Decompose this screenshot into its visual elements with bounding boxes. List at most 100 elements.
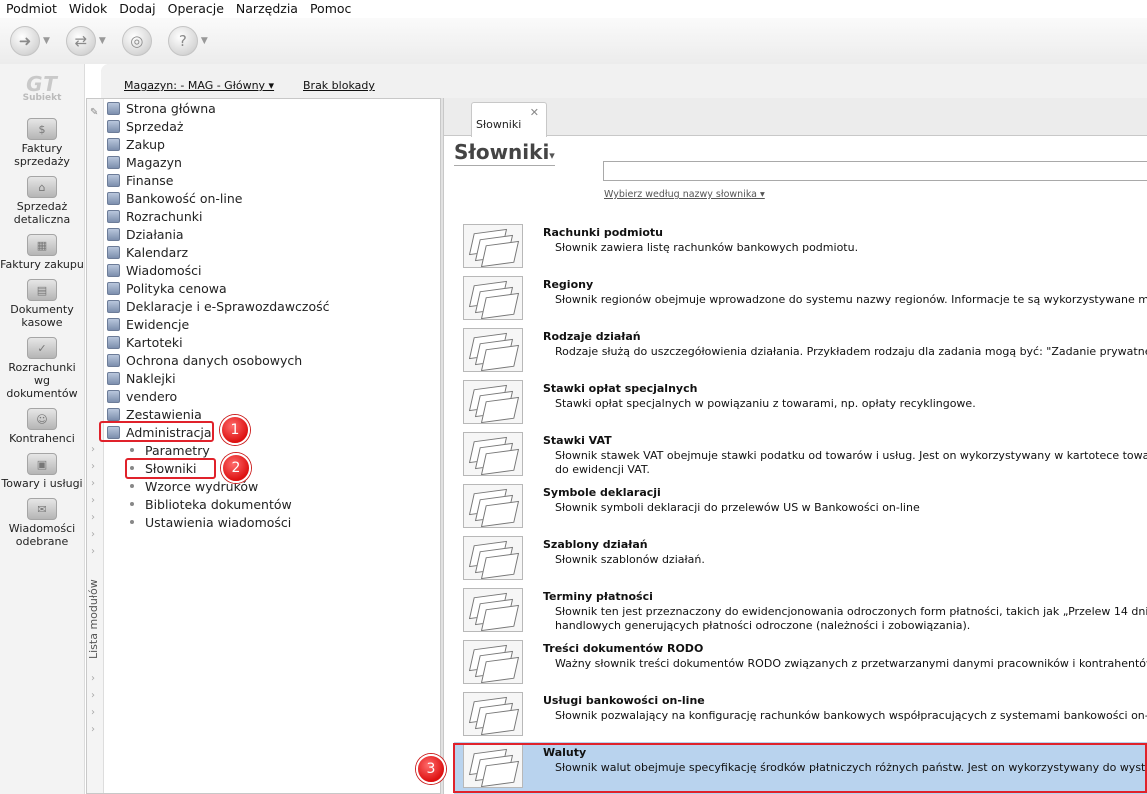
report-icon [107,407,120,421]
step-badge-3: 3 [416,754,446,784]
shortcut-wiadomosci-odebrane[interactable]: ✉ Wiadomości odebrane [0,498,84,548]
shortcut-kontrahenci[interactable]: ☺ Kontrahenci [0,408,84,445]
dictionary-row[interactable]: Terminy płatności Słownik ten jest przezn… [454,586,1147,638]
module-deklaracje[interactable]: Deklaracje i e-Sprawozdawczość [104,297,440,315]
menu-podmiot[interactable]: Podmiot [0,0,63,18]
dictionary-icon [463,328,523,372]
menu-pomoc[interactable]: Pomoc [304,0,357,18]
chevron-right-icon[interactable]: › [91,546,95,557]
module-sprzedaz[interactable]: Sprzedaż [104,117,440,135]
chevron-down-icon[interactable]: ▼ [99,36,106,46]
toolbar-back-button[interactable]: ➜ ▼ [10,26,50,56]
handshake-icon: ✓ [27,337,57,359]
pin-icon[interactable]: ✎ [90,107,98,118]
module-zakup[interactable]: Zakup [104,135,440,153]
dictionary-row[interactable]: Symbole deklaracji Słownik symboli deklar… [454,482,1147,534]
dictionary-row[interactable]: Stawki VAT Słownik stawek VAT obejmuje st… [454,430,1147,482]
dictionary-name: Rodzaje działań [543,330,641,343]
dictionary-row[interactable]: Usługi bankowości on-line Słownik pozwala… [454,690,1147,742]
dictionary-name: Symbole deklaracji [543,486,661,499]
dictionary-row[interactable]: Treści dokumentów RODO Ważny słownik treś… [454,638,1147,690]
dictionary-icon [463,276,523,320]
dictionary-row[interactable]: Rodzaje działań Rodzaje służą do uszczegó… [454,326,1147,378]
vendero-icon [107,389,120,403]
dictionary-icon [463,588,523,632]
shortcut-faktury-sprzedazy[interactable]: $ Faktury sprzedaży [0,118,84,168]
chevron-right-icon[interactable]: › [91,512,95,523]
dictionary-row[interactable]: Regiony Słownik regionów obejmuje wprowad… [454,274,1147,326]
module-ewidencje[interactable]: Ewidencje [104,315,440,333]
chevron-right-icon[interactable]: › [91,495,95,506]
content-panel: Słowniki ✕ Słowniki▾ Wybierz według nazw… [443,98,1147,794]
module-strona-glowna[interactable]: Strona główna [104,99,440,117]
chevron-down-icon[interactable]: ▼ [43,36,50,46]
warehouse-selector[interactable]: Magazyn: - MAG - Główny ▾ [124,79,274,92]
chevron-right-icon[interactable]: › [91,444,95,455]
module-vendero[interactable]: vendero [104,387,440,405]
module-dzialania[interactable]: Działania [104,225,440,243]
dictionary-name: Treści dokumentów RODO [543,642,704,655]
highlight-waluty [453,743,1147,793]
dictionary-icon [463,484,523,528]
dictionary-description: Słownik stawek VAT obejmuje stawki podat… [555,449,1147,462]
dictionary-name: Szablony działań [543,538,648,551]
dictionary-name: Rachunki podmiotu [543,226,664,239]
menu-widok[interactable]: Widok [63,0,113,18]
chevron-right-icon[interactable]: › [91,529,95,540]
tab-slowniki[interactable]: Słowniki ✕ [471,102,547,137]
dictionary-icon [463,432,523,476]
sticker-icon [107,371,120,385]
menu-bar: Podmiot Widok Dodaj Operacje Narzędzia P… [0,0,1147,18]
price-tag-icon [107,281,120,295]
module-ochrona-danych[interactable]: Ochrona danych osobowych [104,351,440,369]
dictionary-row[interactable]: Stawki opłat specjalnych Stawki opłat spe… [454,378,1147,430]
shield-icon [107,353,120,367]
module-kartoteki[interactable]: Kartoteki [104,333,440,351]
submodule-ustawienia-wiadomosci[interactable]: Ustawienia wiadomości [104,513,440,531]
submodule-wzorce-wydrukow[interactable]: Wzorce wydruków [104,477,440,495]
person-icon: ☺ [27,408,57,430]
chevron-down-icon[interactable]: ▼ [201,36,208,46]
shortcut-towary-i-uslugi[interactable]: ▣ Towary i usługi [0,453,84,490]
module-bankowosc[interactable]: Bankowość on-line [104,189,440,207]
chevron-right-icon[interactable]: › [91,707,95,718]
module-finanse[interactable]: Finanse [104,171,440,189]
calendar-icon [107,245,120,259]
module-wiadomosci[interactable]: Wiadomości [104,261,440,279]
shortcut-rozrachunki[interactable]: ✓ Rozrachunki wg dokumentów [0,337,84,400]
module-magazyn[interactable]: Magazyn [104,153,440,171]
dictionary-row[interactable]: Rachunki podmiotu Słownik zawiera listę r… [454,222,1147,274]
submodule-biblioteka-dokumentow[interactable]: Biblioteka dokumentów [104,495,440,513]
menu-narzedzia[interactable]: Narzędzia [230,0,304,18]
module-kalendarz[interactable]: Kalendarz [104,243,440,261]
module-naklejki[interactable]: Naklejki [104,369,440,387]
dictionary-row[interactable]: Szablony działań Słownik szablonów działa… [454,534,1147,586]
chevron-right-icon[interactable]: › [91,478,95,489]
menu-operacje[interactable]: Operacje [162,0,230,18]
submodule-parametry[interactable]: Parametry [104,441,440,459]
dictionary-description: Słownik symboli deklaracji do przelewów … [555,501,920,514]
chevron-right-icon[interactable]: › [91,673,95,684]
chevron-right-icon[interactable]: › [91,724,95,735]
chevron-right-icon[interactable]: › [91,690,95,701]
handshake-icon [107,209,120,223]
module-polityka-cenowa[interactable]: Polityka cenowa [104,279,440,297]
filter-selector[interactable]: Wybierz według nazwy słownika ▾ [604,189,765,200]
shortcut-sprzedaz-detaliczna[interactable]: ⌂ Sprzedaż detaliczna [0,176,84,226]
chevron-right-icon[interactable]: › [91,461,95,472]
card-file-icon [107,335,120,349]
menu-dodaj[interactable]: Dodaj [113,0,161,18]
dictionary-description: Słownik ten jest przeznaczony do ewidenc… [555,605,1147,618]
search-input[interactable] [603,161,1147,181]
shortcut-faktury-zakupu[interactable]: ▦ Faktury zakupu [0,234,84,271]
module-rozrachunki[interactable]: Rozrachunki [104,207,440,225]
coins-icon: $ [27,118,57,140]
toolbar-coins-button[interactable]: ◎ [121,26,152,56]
page-title[interactable]: Słowniki▾ [454,140,555,166]
shortcut-dokumenty-kasowe[interactable]: ▤ Dokumenty kasowe [0,279,84,329]
toolbar: ➜ ▼ ⇄ ▼ ◎ ? ▼ [0,18,1147,64]
toolbar-sync-button[interactable]: ⇄ ▼ [65,26,106,56]
lock-status-link[interactable]: Brak blokady [303,79,375,92]
toolbar-help-button[interactable]: ? ▼ [167,26,208,56]
close-icon[interactable]: ✕ [530,106,539,119]
